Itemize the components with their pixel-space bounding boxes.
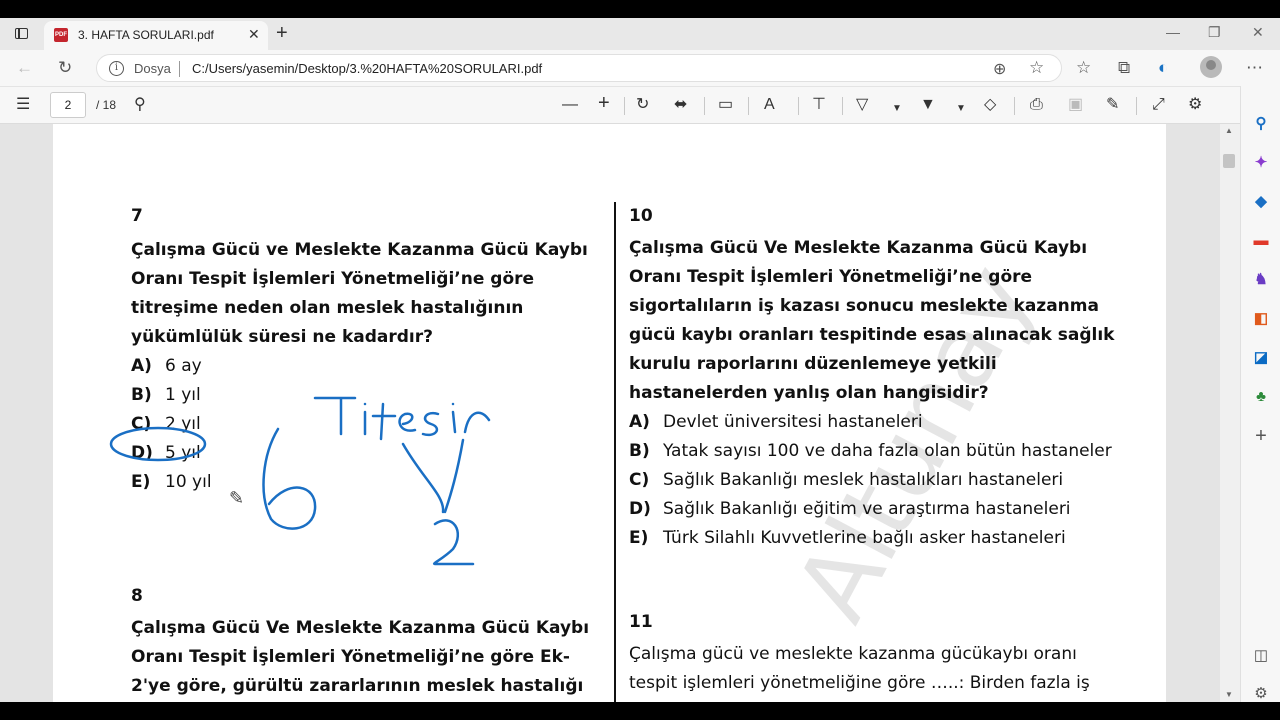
zoom-out-icon[interactable]: — xyxy=(562,95,578,115)
contents-icon[interactable]: ☰ xyxy=(16,95,30,115)
zoom-icon[interactable]: ⊕ xyxy=(993,59,1006,79)
question-10-number: 10 xyxy=(629,206,653,226)
settings-icon[interactable]: ⚙ xyxy=(1251,684,1271,702)
column-divider xyxy=(614,202,616,702)
add-icon[interactable]: + xyxy=(1251,426,1271,446)
print-icon[interactable]: ⎙ xyxy=(1030,95,1043,115)
text-box-icon[interactable]: ⊤ xyxy=(812,95,826,115)
address-bar[interactable]: i Dosya C:/Users/yasemin/Desktop/3.%20HA… xyxy=(96,54,1062,82)
question-11-text: Çalışma gücü ve meslekte kazanma gücükay… xyxy=(629,644,1090,693)
outlook-icon[interactable]: ◪ xyxy=(1251,348,1271,368)
office-icon[interactable]: ◧ xyxy=(1251,309,1271,329)
question-7-number: 7 xyxy=(131,206,143,226)
info-icon[interactable]: i xyxy=(109,61,124,76)
option: A) 6 ay xyxy=(131,356,202,376)
pdf-toolbar: ☰ 2 / 18 ⚲ — + ↻ ⬌ ▭ A ⊤ ▽ ▼ ▼ ▼ ◇ ⎙ ▣ ✎… xyxy=(0,86,1240,124)
pen-cursor-icon: ✎ xyxy=(229,488,245,509)
copilot-icon[interactable]: ✦ xyxy=(1251,153,1271,173)
highlight-icon[interactable]: ▼ xyxy=(920,95,936,115)
pdf-page: Altunay 7 Çalışma Gücü ve Meslekte Kazan… xyxy=(53,124,1166,702)
back-icon[interactable]: ← xyxy=(16,58,33,78)
restore-button[interactable]: ❐ xyxy=(1208,24,1221,40)
tab-close-icon[interactable]: ✕ xyxy=(248,27,260,41)
favorites-icon[interactable]: ☆ xyxy=(1076,58,1091,78)
tab-bar: PDF 3. HAFTA SORULARI.pdf ✕ + — ❐ ✕ xyxy=(0,18,1280,50)
chevron-down-icon[interactable]: ▼ xyxy=(956,99,966,119)
option: B) Yatak sayısı 100 ve daha fazla olan bü… xyxy=(629,441,1112,461)
eraser-icon[interactable]: ◇ xyxy=(984,95,996,115)
question-11-number: 11 xyxy=(629,612,653,632)
option: C) Sağlık Bakanlığı meslek hastalıkları h… xyxy=(629,470,1064,490)
read-aloud-icon[interactable]: A xyxy=(764,95,775,115)
add-favorite-icon[interactable]: ☆ xyxy=(1029,58,1044,78)
page-number-input[interactable]: 2 xyxy=(50,92,86,118)
settings-icon[interactable]: ⚙ xyxy=(1188,95,1202,115)
menu-icon[interactable]: ⋯ xyxy=(1246,58,1263,78)
games-icon[interactable]: ♞ xyxy=(1251,270,1271,290)
address-bar-row: ← ↻ i Dosya C:/Users/yasemin/Desktop/3.%… xyxy=(0,50,1280,86)
close-window-button[interactable]: ✕ xyxy=(1252,24,1264,40)
rotate-icon[interactable]: ↻ xyxy=(636,95,649,115)
scheme-label: Dosya xyxy=(134,61,171,76)
minimize-button[interactable]: — xyxy=(1166,24,1180,40)
question-8-text: Çalışma Gücü Ve Meslekte Kazanma Gücü Ka… xyxy=(131,618,590,696)
scroll-down-icon[interactable]: ▼ xyxy=(1225,690,1233,699)
pdf-icon: PDF xyxy=(54,28,68,42)
refresh-icon[interactable]: ↻ xyxy=(58,58,72,78)
browser-window: PDF 3. HAFTA SORULARI.pdf ✕ + — ❐ ✕ ← ↻ … xyxy=(0,18,1280,702)
shopping-icon[interactable]: ◆ xyxy=(1251,192,1271,212)
collections-icon[interactable]: ⧉ xyxy=(1118,58,1130,78)
zoom-in-icon[interactable]: + xyxy=(598,93,610,113)
edge-bar-icon[interactable]: ◐ xyxy=(1158,58,1168,78)
screen: PDF 3. HAFTA SORULARI.pdf ✕ + — ❐ ✕ ← ↻ … xyxy=(0,0,1280,720)
search-icon[interactable]: ⚲ xyxy=(1251,114,1271,134)
page-view-icon[interactable]: ▭ xyxy=(718,95,733,115)
handwriting-annotation xyxy=(109,396,491,566)
chevron-down-icon[interactable]: ▼ xyxy=(892,99,902,119)
fullscreen-icon[interactable]: ⤢ xyxy=(1152,95,1165,115)
pdf-viewer: Altunay 7 Çalışma Gücü ve Meslekte Kazan… xyxy=(0,124,1240,702)
edge-sidebar: ⚲ ✦ ◆ ▬ ♞ ◧ ◪ ♣ + ◫ ⚙ xyxy=(1240,86,1280,702)
url-text[interactable]: C:/Users/yasemin/Desktop/3.%20HAFTA%20SO… xyxy=(192,61,542,76)
tools-icon[interactable]: ▬ xyxy=(1251,231,1271,251)
option: A) Devlet üniversitesi hastaneleri xyxy=(629,412,923,432)
search-icon[interactable]: ⚲ xyxy=(134,95,146,115)
question-7-text: Çalışma Gücü ve Meslekte Kazanma Gücü Ka… xyxy=(131,240,588,347)
save-as-icon[interactable]: ✎ xyxy=(1106,95,1119,115)
question-10-text: Çalışma Gücü Ve Meslekte Kazanma Gücü Ka… xyxy=(629,238,1115,403)
draw-icon[interactable]: ▽ xyxy=(856,95,868,115)
drop-icon[interactable]: ♣ xyxy=(1251,387,1271,407)
fit-page-icon[interactable]: ⬌ xyxy=(674,95,687,115)
option: D) Sağlık Bakanlığı eğitim ve araştırma h… xyxy=(629,499,1071,519)
sidebar-toggle-icon[interactable]: ◫ xyxy=(1251,646,1271,666)
scroll-up-icon[interactable]: ▲ xyxy=(1225,126,1233,135)
question-8-number: 8 xyxy=(131,586,143,606)
option: E) Türk Silahlı Kuvvetlerine bağlı asker … xyxy=(629,528,1066,548)
divider xyxy=(179,61,180,77)
tab-active[interactable]: PDF 3. HAFTA SORULARI.pdf ✕ xyxy=(44,21,268,50)
tab-title: 3. HAFTA SORULARI.pdf xyxy=(78,28,214,42)
scroll-thumb[interactable] xyxy=(1223,154,1235,168)
new-tab-button[interactable]: + xyxy=(276,23,288,43)
page-total: / 18 xyxy=(96,98,117,112)
tab-actions-icon[interactable] xyxy=(10,24,34,44)
avatar[interactable] xyxy=(1200,56,1222,78)
vertical-scrollbar[interactable]: ▲ ▼ xyxy=(1220,124,1240,702)
save-icon[interactable]: ▣ xyxy=(1068,95,1083,115)
question-10-options: A) Devlet üniversitesi hastaneleri B) Yata… xyxy=(629,408,1112,553)
